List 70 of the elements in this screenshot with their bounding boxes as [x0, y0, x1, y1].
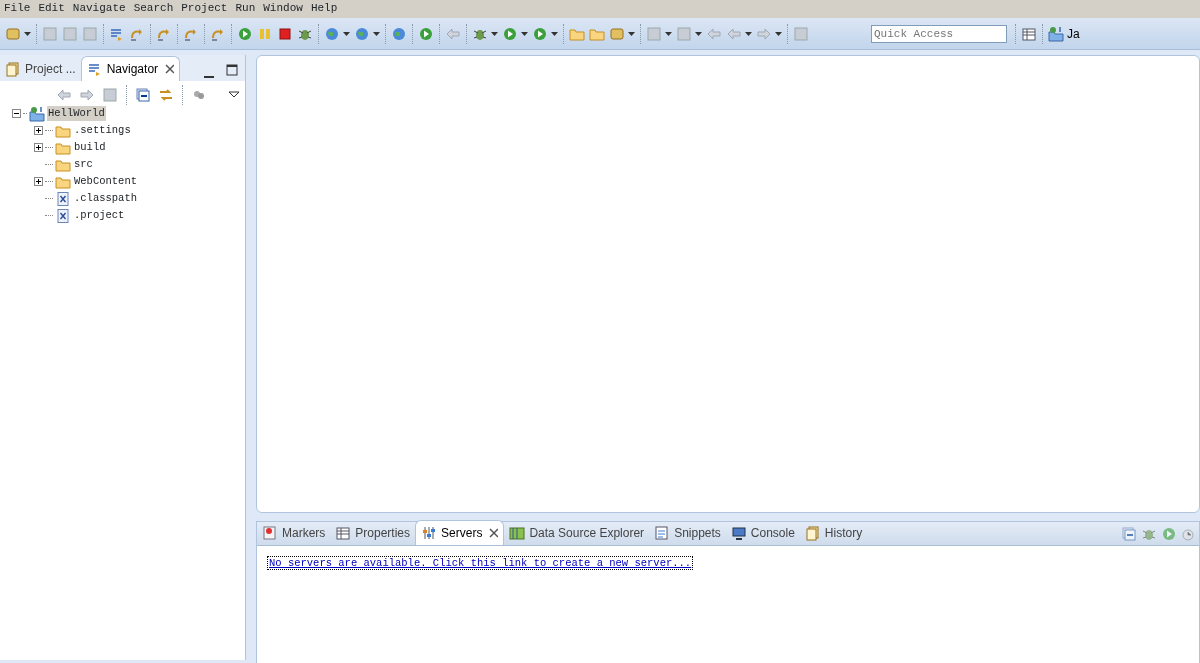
caret-icon [373, 31, 380, 36]
plus-icon [35, 178, 42, 185]
plus-icon [35, 127, 42, 134]
collapse-toggle[interactable] [12, 109, 21, 118]
maximize-icon [224, 62, 240, 78]
menu-item[interactable]: Project [177, 0, 232, 18]
perspective-button[interactable]: Ja [1046, 22, 1082, 45]
forward-icon [79, 87, 95, 103]
back-icon [56, 87, 72, 103]
panel-tab[interactable]: Servers [415, 520, 505, 545]
expand-toggle[interactable] [34, 126, 43, 135]
tree-item[interactable]: .project [73, 207, 126, 224]
collapse-all-icon [1121, 526, 1137, 542]
caret-icon [775, 31, 782, 36]
menu-item[interactable]: Edit [34, 0, 69, 18]
resume-icon [237, 25, 253, 42]
run-icon [418, 25, 434, 42]
caret-icon [24, 31, 31, 36]
menu-item[interactable]: File [0, 0, 35, 18]
caret-icon [665, 31, 672, 36]
panel-tab[interactable]: Properties [330, 521, 416, 545]
panel-tab[interactable]: History [799, 521, 868, 545]
menu-item[interactable]: Navigate [68, 0, 130, 18]
tree-item[interactable]: .classpath [73, 190, 138, 207]
collapse-all-icon [135, 87, 151, 103]
clock-icon [1181, 526, 1197, 542]
tree-item[interactable]: HellWorld [47, 105, 106, 122]
start-icon [1161, 526, 1177, 542]
panel-tab[interactable]: Data Source Explorer [504, 521, 650, 545]
run-icon [502, 25, 518, 42]
caret-icon [695, 31, 702, 36]
caret-icon [551, 31, 558, 36]
create-server-link[interactable]: No servers are available. Click this link to create a new server... [267, 556, 694, 570]
tree-item[interactable]: build [73, 139, 107, 156]
expand-toggle[interactable] [34, 143, 43, 152]
panel-tab[interactable]: Snippets [649, 521, 726, 545]
document-icon [654, 525, 671, 541]
tree-item[interactable]: WebContent [73, 173, 138, 190]
open-perspective-icon [1021, 25, 1037, 42]
marker-icon [262, 525, 278, 541]
expand-toggle[interactable] [34, 177, 43, 186]
table-icon [335, 525, 352, 541]
menu-item[interactable]: Search [129, 0, 178, 18]
caret-icon [628, 31, 635, 36]
link-icon [158, 87, 174, 103]
caret-icon [745, 31, 752, 36]
caret-icon [343, 31, 350, 36]
panel-tab[interactable]: Navigator [80, 56, 181, 81]
minimize-icon [204, 76, 214, 78]
panel-tab[interactable]: Console [725, 521, 800, 545]
menu-item[interactable]: Help [306, 0, 342, 18]
stop-icon [277, 25, 293, 42]
globe-icon [391, 25, 407, 42]
project-icon [29, 105, 45, 122]
quick-access-field[interactable]: Quick Access [871, 24, 1007, 43]
documents-icon [804, 525, 821, 541]
plus-icon [35, 144, 42, 151]
monitor-icon [730, 525, 747, 541]
tree-item[interactable]: .settings [73, 122, 132, 139]
tree-item[interactable]: src [73, 156, 94, 173]
panel-tab[interactable]: Markers [257, 521, 331, 545]
xml-file-icon [55, 190, 71, 207]
caret-icon [521, 31, 528, 36]
minus-icon [13, 110, 20, 117]
xml-file-icon [55, 207, 71, 224]
panel-tab[interactable]: Project ... [0, 57, 81, 81]
menu-item[interactable]: Window [259, 0, 307, 18]
document-icon [5, 61, 21, 77]
menu-item[interactable]: Run [231, 0, 260, 18]
caret-icon [491, 31, 498, 36]
